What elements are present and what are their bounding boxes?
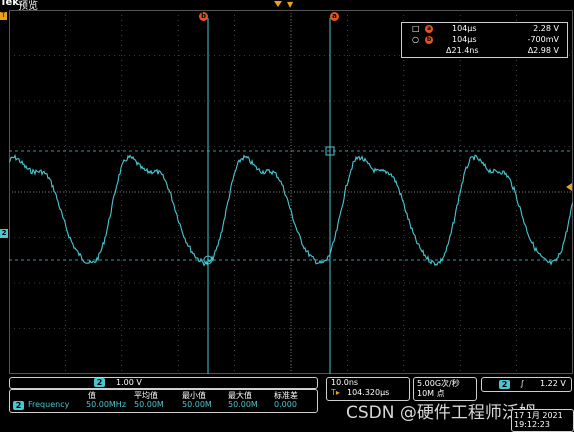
cursor-a-badge: a [425, 25, 433, 33]
channel-2-badge: 2 [94, 378, 105, 387]
timebase-position: 104.320µs [347, 388, 390, 397]
square-icon: □ [412, 24, 420, 33]
readout-b-time: 104µs [452, 35, 477, 44]
cursor-readout-panel: □ a 104µs 2.28 V ○ b 104µs -700mV Δ21.4n… [401, 22, 568, 58]
trigger-source-badge: 2 [499, 380, 510, 389]
trigger-position-marker[interactable] [274, 1, 282, 7]
measure-value: 50.00MHz [86, 400, 127, 409]
trigger-level: 1.22 V [540, 379, 566, 388]
measure-std: 0.000 [274, 400, 297, 409]
circle-icon: ○ [412, 35, 419, 44]
clock-panel: 17 1月 2021 19:12:23 [511, 409, 574, 432]
readout-row-b: ○ b 104µs -700mV [402, 35, 567, 46]
readout-a-value: 2.28 V [533, 24, 559, 33]
measure-max: 50.00M [228, 400, 258, 409]
timebase-scale: 10.0ns [331, 378, 359, 387]
readout-row-delta: Δ21.4ns Δ2.98 V [402, 46, 567, 57]
measure-label: Frequency [28, 400, 70, 409]
waveform-display[interactable] [9, 10, 573, 374]
channel-scale-panel[interactable]: 2 1.00 V [9, 377, 318, 389]
channel-2-waveform [9, 153, 573, 267]
measure-min: 50.00M [182, 400, 212, 409]
graticule [9, 10, 573, 374]
trigger-level-marker[interactable]: T [0, 12, 7, 20]
readout-row-a: □ a 104µs 2.28 V [402, 24, 567, 35]
status-area: 2 1.00 V 值 平均值 最小值 最大值 标准差 2 Frequency 5… [0, 374, 574, 432]
measure-channel-badge: 2 [13, 401, 24, 410]
readout-delta-time: Δ21.4ns [446, 46, 479, 55]
measure-mean: 50.00M [134, 400, 164, 409]
readout-b-value: -700mV [527, 35, 559, 44]
channel-2-ground-marker[interactable]: 2 [0, 229, 8, 238]
readout-a-time: 104µs [452, 24, 477, 33]
trigger-slope-icon: ∫ [520, 379, 525, 388]
clock-time: 19:12:23 [514, 420, 550, 429]
trigger-panel[interactable]: 2 ∫ 1.22 V [481, 377, 572, 392]
watermark: CSDN @硬件工程师泛姆 [346, 403, 536, 423]
readout-delta-value: Δ2.98 V [527, 46, 559, 55]
trigger-position-icon: T▸ [331, 388, 340, 397]
horizontal-marker-icon: ▼ [287, 0, 294, 9]
brand-label: Tek [0, 0, 19, 8]
channel-scale-value: 1.00 V [116, 378, 142, 387]
measurement-panel[interactable]: 值 平均值 最小值 最大值 标准差 2 Frequency 50.00MHz 5… [9, 389, 318, 413]
cursor-b-badge: b [425, 36, 433, 44]
